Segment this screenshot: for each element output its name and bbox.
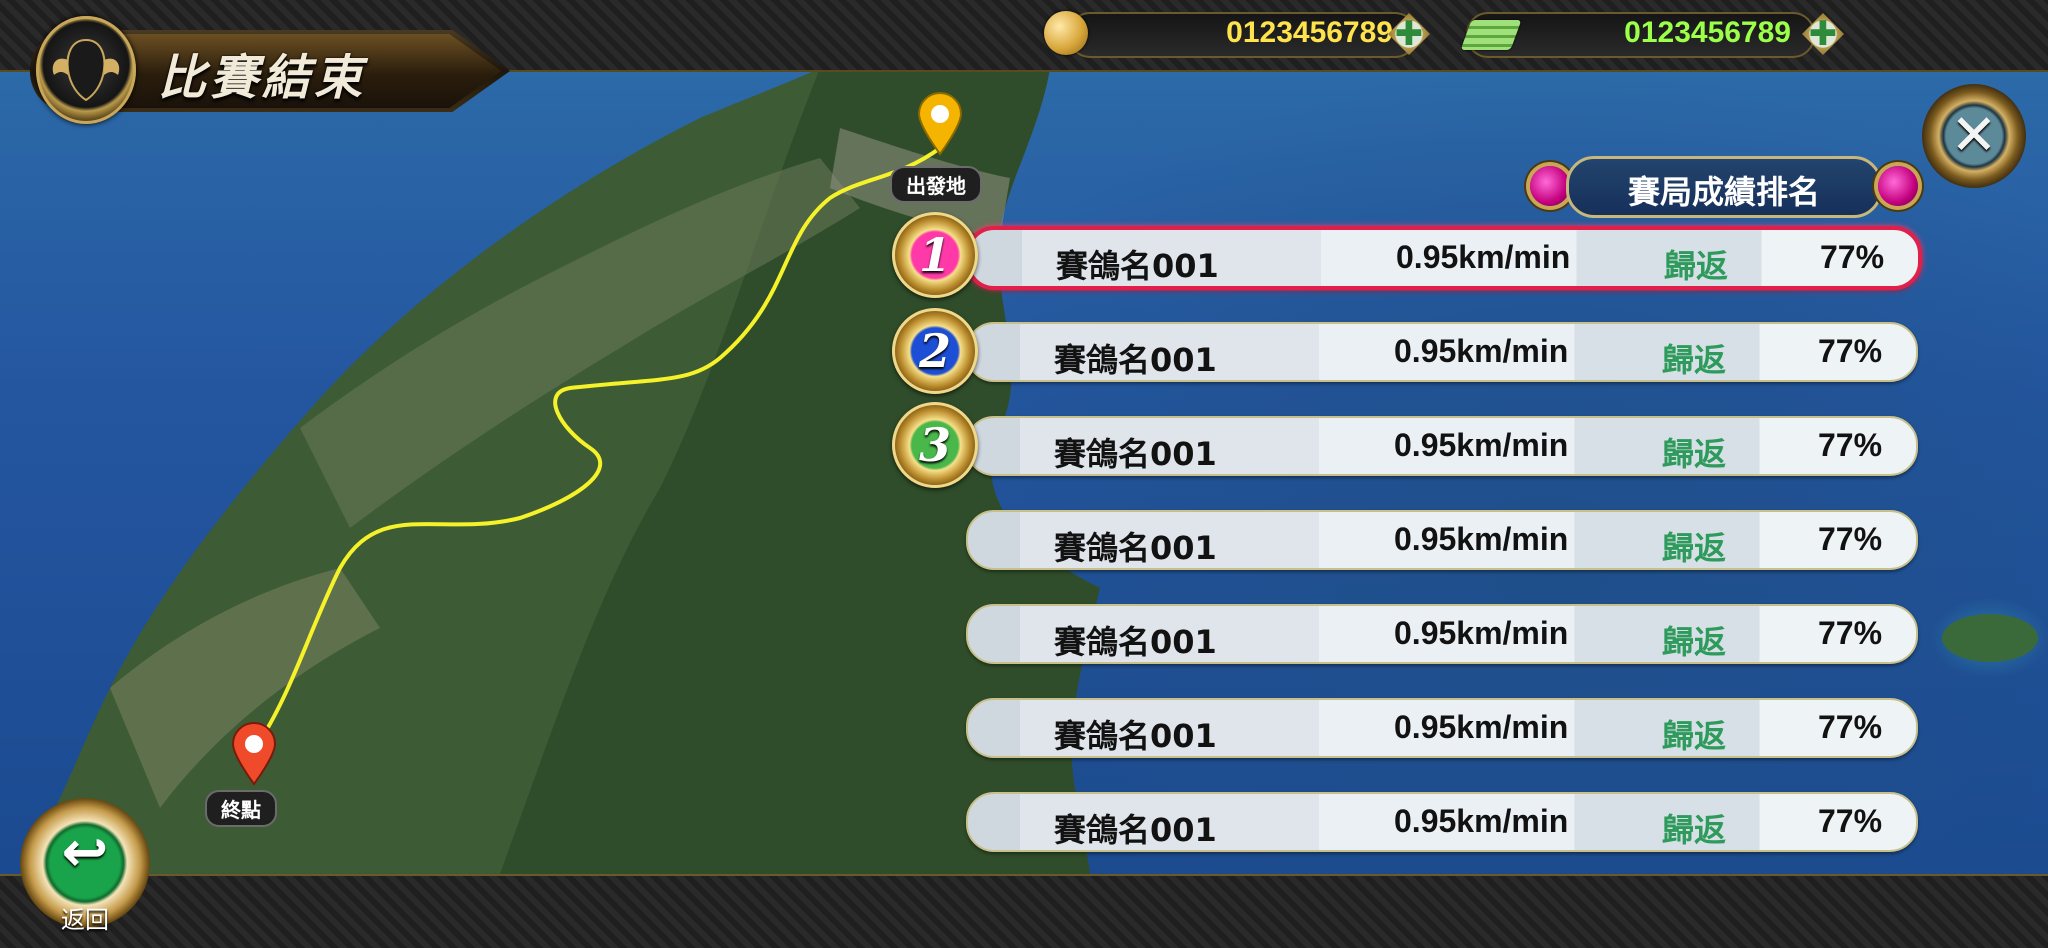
- pigeon-speed: 0.95km/min: [1394, 333, 1569, 369]
- gem-ornament-icon: [1878, 166, 1918, 206]
- ranking-row[interactable]: 賽鴿名001 0.95km/min 歸返 77%: [966, 698, 1918, 758]
- pigeon-percent: 77%: [1818, 521, 1883, 557]
- pigeon-status: 歸返: [1662, 811, 1727, 849]
- rank-2-medal-icon: 2: [892, 308, 978, 394]
- ranking-header: 賽局成績排名: [1566, 156, 1882, 218]
- pigeon-status: 歸返: [1662, 529, 1727, 567]
- ranking-row[interactable]: 賽鴿名001 0.95km/min 歸返 77%: [966, 510, 1918, 570]
- end-pin-icon: [231, 722, 277, 786]
- ranking-row[interactable]: 賽鴿名001 0.95km/min 歸返 77%: [966, 416, 1918, 476]
- start-pin-icon: [917, 92, 963, 156]
- pigeon-speed: 0.95km/min: [1394, 803, 1569, 839]
- pigeon-name: 賽鴿名001: [1054, 529, 1217, 567]
- page-title: 比賽結束: [158, 50, 367, 106]
- ranking-row[interactable]: 賽鴿名001 0.95km/min 歸返 77%: [966, 792, 1918, 852]
- pigeon-name: 賽鴿名001: [1054, 435, 1217, 473]
- pigeon-percent: 77%: [1818, 709, 1883, 745]
- cash-balance-bar: 0123456789: [1466, 12, 1815, 58]
- pigeon-speed: 0.95km/min: [1394, 709, 1569, 745]
- gem-ornament-icon: [1530, 166, 1570, 206]
- pigeon-speed: 0.95km/min: [1396, 239, 1571, 275]
- pigeon-status: 歸返: [1662, 341, 1727, 379]
- start-label: 出發地: [890, 166, 982, 203]
- pigeon-status: 歸返: [1664, 247, 1729, 285]
- pigeon-name: 賽鴿名001: [1054, 341, 1217, 379]
- rank-number: 2: [918, 324, 951, 378]
- pigeon-speed: 0.95km/min: [1394, 615, 1569, 651]
- pigeon-percent: 77%: [1818, 333, 1883, 369]
- coin-balance-value: 0123456789: [1226, 16, 1393, 49]
- back-arrow-icon: ↩: [61, 820, 109, 885]
- rank-number: 1: [918, 228, 951, 282]
- back-label: 返回: [61, 906, 109, 934]
- ranking-title: 賽局成績排名: [1627, 173, 1820, 211]
- close-icon: ✕: [1950, 103, 1998, 168]
- rank-3-medal-icon: 3: [892, 402, 978, 488]
- pigeon-speed: 0.95km/min: [1394, 521, 1569, 557]
- pigeon-percent: 77%: [1818, 427, 1883, 463]
- end-label: 終點: [205, 790, 277, 827]
- pigeon-name: 賽鴿名001: [1054, 811, 1217, 849]
- gold-coin-icon: [1044, 11, 1088, 55]
- coin-balance-bar: 0123456789: [1068, 12, 1417, 58]
- bottom-bar: [0, 874, 2048, 948]
- pigeon-speed: 0.95km/min: [1394, 427, 1569, 463]
- winged-emblem-icon: [36, 16, 136, 124]
- pigeon-status: 歸返: [1662, 717, 1727, 755]
- pigeon-name: 賽鴿名001: [1054, 717, 1217, 755]
- pigeon-percent: 77%: [1818, 615, 1883, 651]
- pigeon-name: 賽鴿名001: [1054, 623, 1217, 661]
- rank-1-medal-icon: 1: [892, 212, 978, 298]
- ranking-row[interactable]: 賽鴿名001 0.95km/min 歸返 77%: [966, 322, 1918, 382]
- rank-number: 3: [918, 418, 951, 472]
- ranking-row[interactable]: 賽鴿名001 0.95km/min 歸返 77%: [966, 226, 1922, 290]
- pigeon-name: 賽鴿名001: [1056, 247, 1219, 285]
- ranking-row[interactable]: 賽鴿名001 0.95km/min 歸返 77%: [966, 604, 1918, 664]
- close-button[interactable]: ✕: [1922, 84, 2026, 188]
- pigeon-percent: 77%: [1820, 239, 1885, 275]
- cash-balance-value: 0123456789: [1624, 16, 1791, 49]
- pigeon-status: 歸返: [1662, 623, 1727, 661]
- pigeon-status: 歸返: [1662, 435, 1727, 473]
- pigeon-percent: 77%: [1818, 803, 1883, 839]
